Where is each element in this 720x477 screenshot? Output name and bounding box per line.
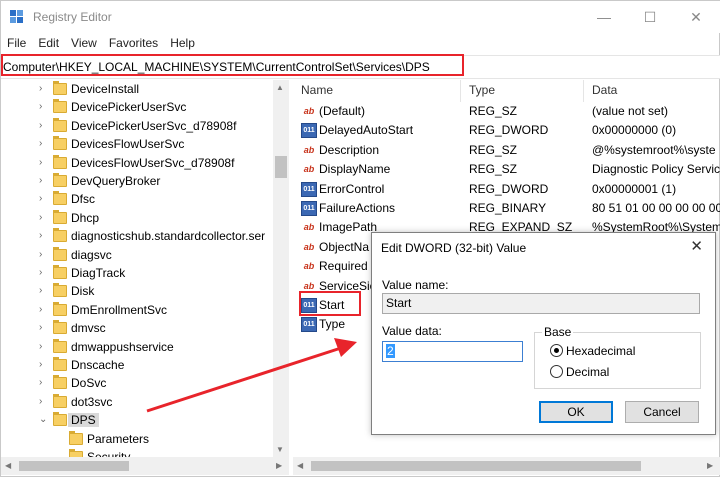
dialog-title: Edit DWORD (32-bit) Value xyxy=(381,241,527,255)
value-name-field: Start xyxy=(382,293,700,314)
value-name-label: Value name: xyxy=(382,278,449,292)
annotation-arrow-head xyxy=(334,338,357,357)
ok-button[interactable]: OK xyxy=(539,401,613,423)
registry-editor-window: Registry Editor — ☐ ✕ File Edit View Fav… xyxy=(0,0,720,477)
value-data-selected-text: 2 xyxy=(386,344,395,358)
dialog-close-icon[interactable]: ✕ xyxy=(690,237,703,255)
hexadecimal-label: Hexadecimal xyxy=(566,344,636,358)
decimal-label: Decimal xyxy=(566,365,610,379)
base-label: Base xyxy=(542,325,574,339)
value-data-label: Value data: xyxy=(382,324,442,338)
cancel-button[interactable]: Cancel xyxy=(625,401,699,423)
value-data-input[interactable]: 2 xyxy=(382,341,523,362)
base-groupbox xyxy=(534,332,701,389)
edit-dword-dialog[interactable]: Edit DWORD (32-bit) Value ✕ Value name: … xyxy=(371,232,716,435)
hexadecimal-radio-button[interactable] xyxy=(550,344,563,357)
decimal-radio-button[interactable] xyxy=(550,365,563,378)
annotation-arrow-line xyxy=(146,346,342,413)
